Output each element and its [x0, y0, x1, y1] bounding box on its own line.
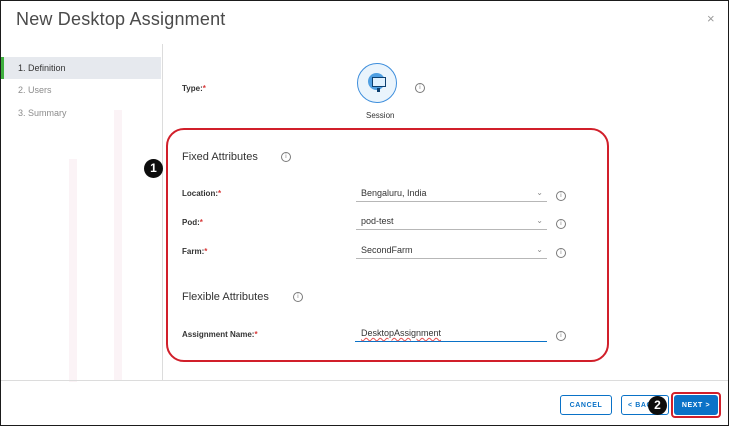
- footer-divider: [1, 380, 728, 381]
- pod-label: Pod:*: [182, 218, 203, 227]
- chevron-down-icon: ⌄: [536, 216, 543, 225]
- flexible-attributes-heading: Flexible Attributes: [182, 291, 269, 303]
- info-icon[interactable]: i: [556, 248, 566, 258]
- info-icon[interactable]: i: [415, 83, 425, 93]
- location-select[interactable]: Bengaluru, India ⌄: [356, 185, 547, 202]
- location-label: Location:*: [182, 189, 222, 198]
- pod-value: pod-test: [361, 216, 394, 226]
- farm-select[interactable]: SecondFarm ⌄: [356, 242, 547, 259]
- step-summary[interactable]: 3. Summary: [1, 102, 161, 124]
- info-icon[interactable]: i: [556, 191, 566, 201]
- sidebar-decoration: [114, 110, 122, 380]
- highlight-outline: [671, 392, 721, 418]
- cancel-button[interactable]: CANCEL: [560, 395, 612, 415]
- step-users[interactable]: 2. Users: [1, 79, 161, 101]
- info-icon[interactable]: i: [281, 152, 291, 162]
- callout-badge-2: 2: [648, 396, 667, 415]
- pod-select[interactable]: pod-test ⌄: [356, 213, 547, 230]
- type-label: Type:*: [182, 84, 206, 93]
- desktop-monitor-icon[interactable]: [357, 63, 397, 103]
- sidebar-decoration: [69, 159, 77, 382]
- info-icon[interactable]: i: [293, 292, 303, 302]
- type-option-caption: Session: [366, 111, 395, 120]
- close-icon[interactable]: ×: [707, 11, 715, 26]
- callout-badge-1: 1: [144, 159, 163, 178]
- step-definition[interactable]: 1. Definition: [1, 57, 161, 79]
- wizard-steps-sidebar: 1. Definition 2. Users 3. Summary: [1, 44, 163, 382]
- assignment-name-label: Assignment Name:*: [182, 330, 258, 339]
- farm-value: SecondFarm: [361, 245, 413, 255]
- chevron-down-icon: ⌄: [536, 188, 543, 197]
- fixed-attributes-heading: Fixed Attributes: [182, 151, 258, 163]
- dialog-title: New Desktop Assignment: [16, 9, 226, 29]
- farm-label: Farm:*: [182, 247, 208, 256]
- assignment-name-input[interactable]: DesktopAssignment: [355, 325, 547, 342]
- info-icon[interactable]: i: [556, 331, 566, 341]
- chevron-down-icon: ⌄: [536, 245, 543, 254]
- info-icon[interactable]: i: [556, 219, 566, 229]
- location-value: Bengaluru, India: [361, 188, 427, 198]
